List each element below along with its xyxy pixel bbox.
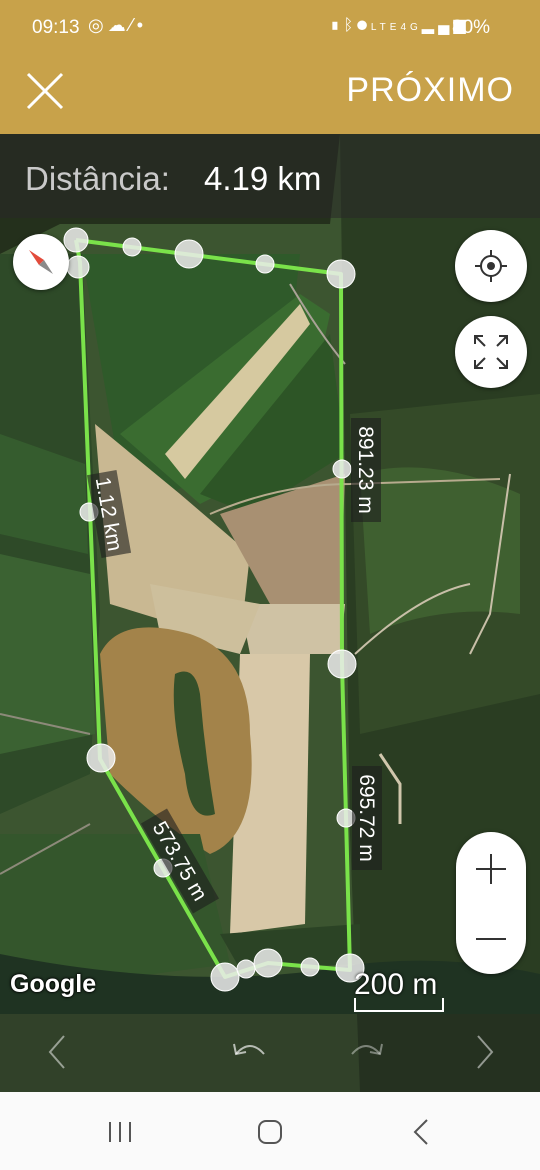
next-point-button[interactable] <box>462 1030 506 1074</box>
midpoint <box>332 459 352 479</box>
top-bar: PRÓXIMO <box>0 56 540 134</box>
bluetooth-icon: ᛒ <box>343 17 358 34</box>
chevron-left-icon <box>48 1035 65 1069</box>
undo-icon <box>233 1043 265 1056</box>
vertex <box>326 259 356 289</box>
svg-text:891.23 m: 891.23 m <box>354 426 377 514</box>
midpoint <box>255 254 275 274</box>
expand-icon <box>474 335 508 369</box>
previous-button[interactable] <box>36 1030 80 1074</box>
crosshair-icon <box>475 250 507 282</box>
midpoint <box>122 237 142 257</box>
recent-apps-button[interactable] <box>100 1112 140 1152</box>
midpoint <box>236 959 256 979</box>
home-icon <box>258 1120 282 1144</box>
system-icons: ▮ᛒ⬤LTE4G▂▄▆ <box>330 15 470 35</box>
midpoint <box>300 957 320 977</box>
fullscreen-button[interactable] <box>455 316 527 388</box>
scale-label: 200 m <box>354 968 438 1001</box>
distance-value: 4.19 km <box>204 160 322 197</box>
clock: 09:13 <box>32 17 80 38</box>
distance-label: Distância: <box>25 160 170 197</box>
battery-saver-icon: ▮ <box>330 17 344 34</box>
vertex <box>66 255 90 279</box>
system-nav-bar <box>0 1092 540 1170</box>
vertex <box>327 649 357 679</box>
zoom-in-button[interactable] <box>456 832 526 903</box>
map-view[interactable]: 891.23 m 1.12 km 695.72 m 573.75 m Distâ… <box>0 134 540 1092</box>
location-icon: ⬤ <box>357 17 371 34</box>
segment-label-east-top: 891.23 m <box>351 418 381 522</box>
back-icon <box>413 1119 428 1145</box>
home-button[interactable] <box>250 1112 290 1152</box>
zoom-out-button[interactable] <box>456 903 526 974</box>
close-button[interactable] <box>22 68 68 114</box>
recent-apps-icon <box>109 1122 131 1142</box>
chevron-right-icon <box>477 1035 494 1069</box>
segment-label-east-bottom: 695.72 m <box>352 766 382 870</box>
status-bar: 09:13 ◎☁⁄• ▮ᛒ⬤LTE4G▂▄▆ 80% <box>0 0 540 56</box>
zoom-control <box>456 832 526 974</box>
dot-icon: • <box>136 15 148 35</box>
plus-icon <box>476 854 506 884</box>
app-icon: ⁄ <box>129 15 137 35</box>
compass-icon <box>29 250 53 274</box>
back-button[interactable] <box>402 1112 442 1152</box>
svg-text:695.72 m: 695.72 m <box>355 774 378 862</box>
cloud-icon: ☁ <box>107 15 130 35</box>
redo-button[interactable] <box>344 1030 388 1074</box>
edit-controls <box>0 1014 540 1092</box>
locate-button[interactable] <box>455 230 527 302</box>
scale-bar <box>354 998 444 1012</box>
vertex <box>253 948 283 978</box>
battery-level: 80% <box>452 17 491 38</box>
redo-icon <box>351 1043 383 1056</box>
whatsapp-icon: ◎ <box>88 15 108 35</box>
distance-panel: Distância: 4.19 km <box>0 134 540 218</box>
google-logo: Google <box>10 970 97 998</box>
volte-icon: LTE <box>370 22 401 33</box>
next-button[interactable]: PRÓXIMO <box>346 71 514 110</box>
vertex <box>210 962 240 992</box>
4g-icon: 4G <box>400 22 422 33</box>
minus-icon <box>476 938 506 940</box>
compass-button[interactable] <box>13 234 69 290</box>
midpoint <box>174 239 204 269</box>
vertex <box>86 743 116 773</box>
undo-button[interactable] <box>228 1030 272 1074</box>
close-icon <box>26 72 64 110</box>
notification-icons: ◎☁⁄• <box>88 15 147 36</box>
